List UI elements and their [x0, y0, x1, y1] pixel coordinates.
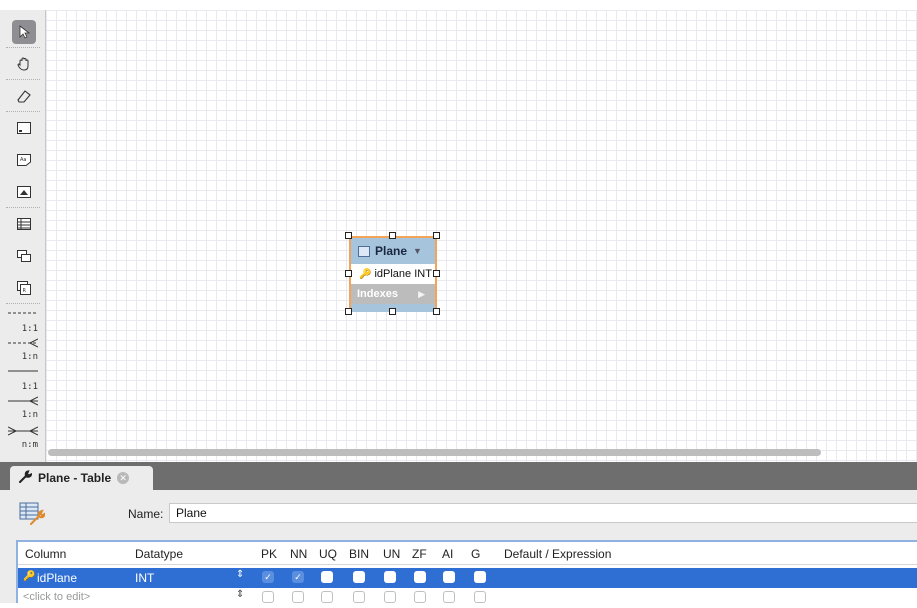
view-tool-icon[interactable] — [12, 244, 36, 268]
diagram-table-plane[interactable]: Plane ▼ 🔑 idPlane INT Indexes ▶ — [349, 236, 437, 312]
header-column[interactable]: Column — [25, 547, 66, 561]
svg-text:R: R — [23, 288, 27, 294]
header-un[interactable]: UN — [383, 547, 400, 561]
image-tool-icon[interactable] — [12, 180, 36, 204]
table-editor: Name: Column Datatype PK NN UQ BIN UN ZF… — [0, 490, 917, 603]
expand-triangle-icon[interactable]: ▶ — [418, 289, 425, 300]
ai-checkbox[interactable] — [443, 591, 455, 603]
header-pk[interactable]: PK — [261, 547, 277, 561]
layer-tool-icon[interactable] — [12, 116, 36, 140]
table-icon — [358, 245, 370, 257]
diagram-column-label: idPlane INT — [374, 268, 432, 280]
note-tool-icon[interactable]: Aa — [12, 148, 36, 172]
collapse-triangle-icon[interactable]: ▼ — [413, 246, 422, 256]
indexes-label: Indexes — [357, 288, 398, 300]
g-checkbox[interactable] — [474, 571, 486, 583]
header-datatype[interactable]: Datatype — [135, 547, 183, 561]
diagram-table-column[interactable]: 🔑 idPlane INT — [351, 264, 435, 284]
diagram-canvas[interactable] — [46, 10, 917, 462]
zf-checkbox[interactable] — [414, 571, 426, 583]
pk-checkbox[interactable] — [262, 591, 274, 603]
ai-checkbox[interactable] — [443, 571, 455, 583]
zf-checkbox[interactable] — [414, 591, 426, 603]
table-editor-icon — [19, 502, 46, 529]
table-tool-icon[interactable] — [12, 212, 36, 236]
resize-handle[interactable] — [433, 232, 440, 239]
tab-title: Plane - Table — [38, 471, 112, 485]
uq-checkbox[interactable] — [321, 571, 333, 583]
relation-1-1-non-identifying-label: 1:1 — [21, 324, 38, 334]
resize-handle[interactable] — [345, 270, 352, 277]
name-label: Name: — [128, 507, 164, 521]
bin-checkbox[interactable] — [353, 571, 365, 583]
tab-plane-table[interactable]: Plane - Table ✕ — [10, 466, 153, 490]
resize-handle[interactable] — [389, 308, 396, 315]
uq-checkbox[interactable] — [321, 591, 333, 603]
routine-group-tool-icon[interactable]: R — [12, 276, 36, 300]
datatype-stepper-icon[interactable]: ⇕ — [236, 569, 244, 580]
resize-handle[interactable] — [345, 232, 352, 239]
header-default[interactable]: Default / Expression — [504, 547, 611, 561]
table-row[interactable]: 🔑 idPlane INT ⇕ ✓ ✓ — [18, 568, 917, 588]
relation-1-1-identifying-label: 1:1 — [21, 382, 38, 392]
wrench-icon — [18, 469, 33, 487]
datatype-stepper-icon[interactable]: ⇕ — [236, 589, 244, 600]
click-to-edit-placeholder[interactable]: <click to edit> — [23, 591, 90, 603]
resize-handle[interactable] — [433, 308, 440, 315]
header-g[interactable]: G — [471, 547, 480, 561]
header-bin[interactable]: BIN — [349, 547, 369, 561]
relation-1-n-identifying-icon[interactable]: 1:n — [6, 394, 40, 422]
diagram-indexes-section[interactable]: Indexes ▶ — [351, 284, 435, 304]
relation-1-n-identifying-label: 1:n — [21, 410, 38, 420]
eraser-tool-icon[interactable] — [12, 84, 36, 108]
relation-1-1-identifying-icon[interactable]: 1:1 — [6, 366, 40, 394]
primary-key-icon: 🔑 — [359, 268, 372, 280]
editor-tab-bar: Plane - Table ✕ — [0, 462, 917, 490]
close-tab-icon[interactable]: ✕ — [117, 472, 130, 484]
relation-1-n-non-identifying-label: 1:n — [21, 352, 38, 362]
pointer-tool-icon[interactable] — [12, 20, 36, 44]
column-name-cell[interactable]: idPlane — [37, 571, 77, 585]
datatype-cell[interactable]: INT — [135, 571, 154, 585]
bin-checkbox[interactable] — [353, 591, 365, 603]
resize-handle[interactable] — [433, 270, 440, 277]
columns-grid: Column Datatype PK NN UQ BIN UN ZF AI G … — [16, 540, 917, 603]
relation-n-m-label: n:m — [21, 440, 38, 450]
diagram-table-header[interactable]: Plane ▼ — [351, 238, 435, 264]
header-zf[interactable]: ZF — [412, 547, 427, 561]
header-uq[interactable]: UQ — [319, 547, 337, 561]
relation-n-m-icon[interactable]: n:m — [6, 424, 40, 452]
header-nn[interactable]: NN — [290, 547, 307, 561]
resize-handle[interactable] — [389, 232, 396, 239]
svg-text:Aa: Aa — [20, 157, 26, 163]
table-name-input[interactable] — [169, 503, 917, 523]
primary-key-icon: 🔑 — [23, 571, 36, 582]
relation-1-n-non-identifying-icon[interactable]: 1:n — [6, 336, 40, 364]
un-checkbox[interactable] — [384, 591, 396, 603]
relation-1-1-non-identifying-icon[interactable]: 1:1 — [6, 308, 40, 336]
pk-checkbox[interactable]: ✓ — [262, 571, 274, 583]
tool-palette: Aa R 1:1 1:n 1:1 1:n n:m — [0, 10, 46, 462]
resize-handle[interactable] — [345, 308, 352, 315]
nn-checkbox[interactable]: ✓ — [292, 571, 304, 583]
un-checkbox[interactable] — [384, 571, 396, 583]
hand-tool-icon[interactable] — [12, 52, 36, 76]
columns-grid-header: Column Datatype PK NN UQ BIN UN ZF AI G … — [18, 544, 917, 564]
horizontal-scrollbar[interactable] — [48, 449, 821, 456]
nn-checkbox[interactable] — [292, 591, 304, 603]
table-row-new[interactable]: <click to edit> ⇕ — [18, 588, 917, 608]
header-ai[interactable]: AI — [442, 547, 453, 561]
g-checkbox[interactable] — [474, 591, 486, 603]
diagram-table-title: Plane — [375, 244, 408, 258]
